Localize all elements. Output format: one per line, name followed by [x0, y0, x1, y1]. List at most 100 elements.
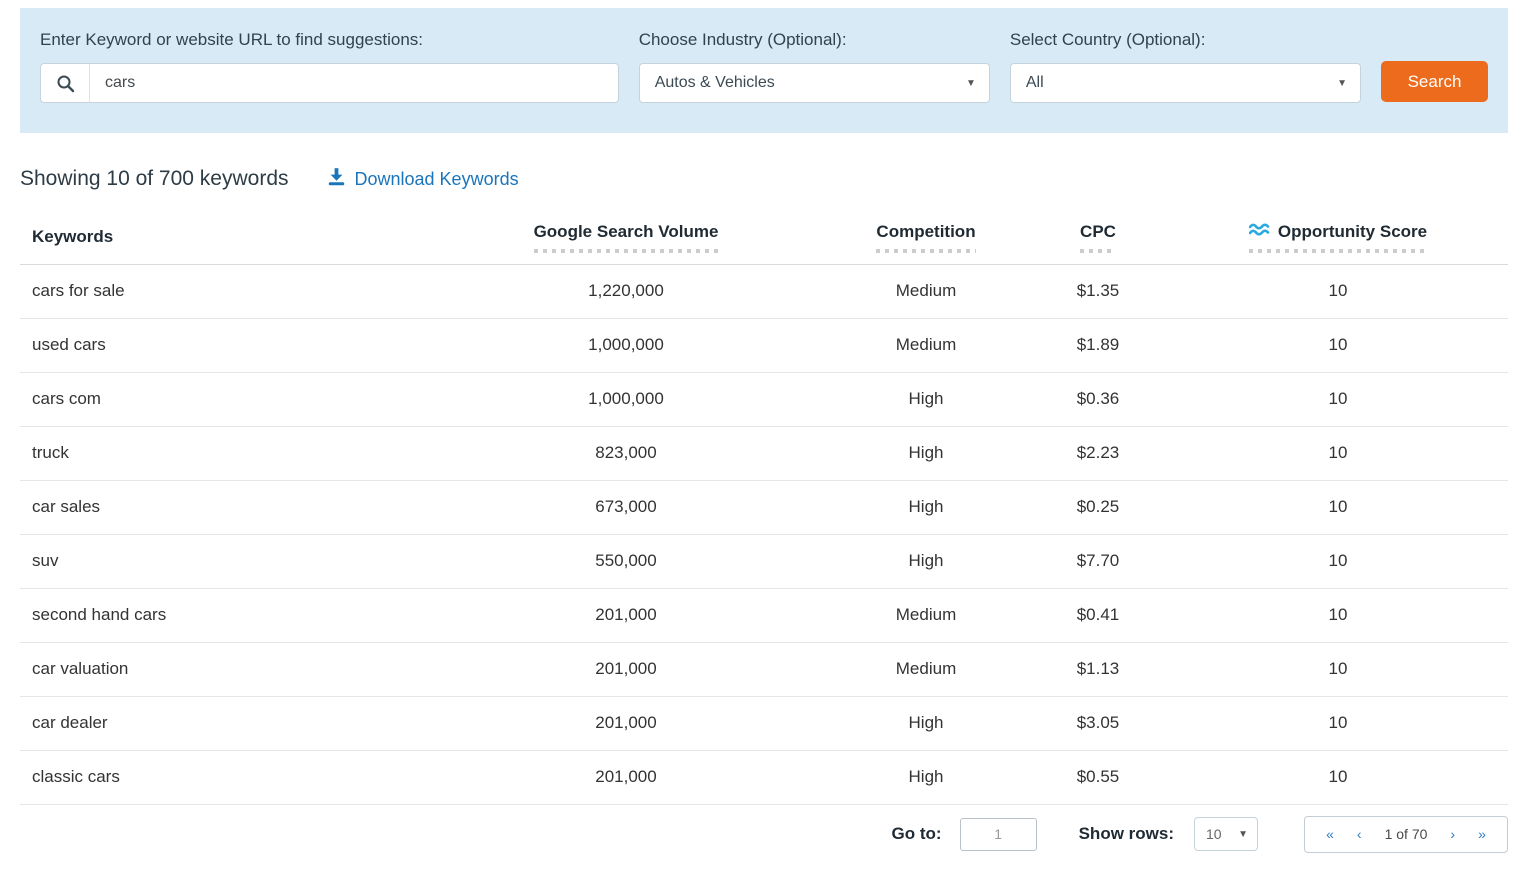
cpc-cell: $2.23 — [1028, 426, 1168, 480]
search-panel: Enter Keyword or website URL to find sug… — [20, 8, 1508, 133]
keyword-cell: car valuation — [20, 642, 428, 696]
cpc-cell: $0.25 — [1028, 480, 1168, 534]
competition-cell: High — [824, 696, 1028, 750]
score-cell: 10 — [1168, 588, 1508, 642]
score-cell: 10 — [1168, 372, 1508, 426]
cpc-cell: $1.13 — [1028, 642, 1168, 696]
industry-select[interactable]: Autos & Vehicles ▼ — [639, 63, 990, 103]
volume-cell: 1,220,000 — [428, 264, 824, 318]
keyword-cell: cars com — [20, 372, 428, 426]
competition-cell: Medium — [824, 318, 1028, 372]
table-row: car sales 673,000 High $0.25 10 — [20, 480, 1508, 534]
keyword-search-box — [40, 63, 619, 103]
competition-cell: High — [824, 480, 1028, 534]
table-row: classic cars 201,000 High $0.55 10 — [20, 750, 1508, 804]
cpc-cell: $1.35 — [1028, 264, 1168, 318]
table-row: car dealer 201,000 High $3.05 10 — [20, 696, 1508, 750]
competition-cell: High — [824, 426, 1028, 480]
pagination-control: « ‹ 1 of 70 › » — [1304, 816, 1508, 853]
country-select[interactable]: All ▼ — [1010, 63, 1361, 103]
column-header-cpc[interactable]: CPC — [1028, 211, 1168, 264]
keyword-field-group: Enter Keyword or website URL to find sug… — [40, 30, 619, 133]
volume-cell: 201,000 — [428, 696, 824, 750]
score-cell: 10 — [1168, 426, 1508, 480]
country-label: Select Country (Optional): — [1010, 30, 1361, 50]
country-selected-value: All — [1026, 74, 1044, 92]
show-rows-selected-value: 10 — [1206, 826, 1222, 842]
volume-cell: 1,000,000 — [428, 318, 824, 372]
volume-cell: 1,000,000 — [428, 372, 824, 426]
keywords-table: Keywords Google Search Volume Competitio… — [20, 211, 1508, 805]
volume-cell: 550,000 — [428, 534, 824, 588]
competition-cell: Medium — [824, 642, 1028, 696]
competition-cell: Medium — [824, 264, 1028, 318]
previous-page-button[interactable]: ‹ — [1357, 826, 1362, 842]
column-header-search-volume[interactable]: Google Search Volume — [428, 211, 824, 264]
results-summary-row: Showing 10 of 700 keywords Download Keyw… — [20, 167, 1508, 191]
keyword-cell: truck — [20, 426, 428, 480]
goto-label: Go to: — [892, 824, 942, 844]
volume-cell: 201,000 — [428, 588, 824, 642]
competition-cell: High — [824, 750, 1028, 804]
chevron-down-icon: ▼ — [966, 78, 976, 89]
industry-label: Choose Industry (Optional): — [639, 30, 990, 50]
keyword-cell: car dealer — [20, 696, 428, 750]
table-header-row: Keywords Google Search Volume Competitio… — [20, 211, 1508, 264]
download-icon — [327, 167, 346, 191]
table-row: second hand cars 201,000 Medium $0.41 10 — [20, 588, 1508, 642]
keyword-cell: second hand cars — [20, 588, 428, 642]
table-row: truck 823,000 High $2.23 10 — [20, 426, 1508, 480]
competition-cell: High — [824, 534, 1028, 588]
volume-cell: 201,000 — [428, 642, 824, 696]
cpc-cell: $3.05 — [1028, 696, 1168, 750]
column-header-competition[interactable]: Competition — [824, 211, 1028, 264]
column-header-keywords: Keywords — [20, 211, 428, 264]
cpc-cell: $0.55 — [1028, 750, 1168, 804]
table-row: cars for sale 1,220,000 Medium $1.35 10 — [20, 264, 1508, 318]
table-footer: Go to: Show rows: 10 ▼ « ‹ 1 of 70 › » — [20, 816, 1508, 853]
cpc-cell: $0.36 — [1028, 372, 1168, 426]
table-row: used cars 1,000,000 Medium $1.89 10 — [20, 318, 1508, 372]
chevron-down-icon: ▼ — [1238, 829, 1248, 840]
table-row: car valuation 201,000 Medium $1.13 10 — [20, 642, 1508, 696]
keyword-cell: suv — [20, 534, 428, 588]
waves-icon — [1249, 222, 1271, 242]
page-status: 1 of 70 — [1385, 826, 1428, 842]
next-page-button[interactable]: › — [1450, 826, 1455, 842]
keyword-cell: cars for sale — [20, 264, 428, 318]
score-cell: 10 — [1168, 264, 1508, 318]
keyword-cell: used cars — [20, 318, 428, 372]
show-rows-select[interactable]: 10 ▼ — [1194, 817, 1258, 851]
country-field-group: Select Country (Optional): All ▼ — [1010, 30, 1361, 133]
industry-selected-value: Autos & Vehicles — [655, 74, 775, 92]
keyword-cell: classic cars — [20, 750, 428, 804]
cpc-cell: $0.41 — [1028, 588, 1168, 642]
last-page-button[interactable]: » — [1478, 826, 1486, 842]
results-count-text: Showing 10 of 700 keywords — [20, 167, 289, 191]
score-cell: 10 — [1168, 750, 1508, 804]
score-cell: 10 — [1168, 696, 1508, 750]
volume-cell: 673,000 — [428, 480, 824, 534]
first-page-button[interactable]: « — [1326, 826, 1334, 842]
column-header-opportunity-score[interactable]: Opportunity Score — [1168, 211, 1508, 264]
search-icon — [41, 64, 90, 102]
search-button[interactable]: Search — [1381, 61, 1488, 102]
competition-cell: Medium — [824, 588, 1028, 642]
download-keywords-link[interactable]: Download Keywords — [327, 167, 519, 191]
keyword-cell: car sales — [20, 480, 428, 534]
goto-page-input[interactable] — [960, 818, 1037, 851]
score-cell: 10 — [1168, 642, 1508, 696]
score-cell: 10 — [1168, 318, 1508, 372]
show-rows-label: Show rows: — [1079, 824, 1174, 844]
score-cell: 10 — [1168, 534, 1508, 588]
table-row: suv 550,000 High $7.70 10 — [20, 534, 1508, 588]
competition-cell: High — [824, 372, 1028, 426]
industry-field-group: Choose Industry (Optional): Autos & Vehi… — [639, 30, 990, 133]
cpc-cell: $1.89 — [1028, 318, 1168, 372]
keyword-label: Enter Keyword or website URL to find sug… — [40, 30, 619, 50]
chevron-down-icon: ▼ — [1337, 78, 1347, 89]
cpc-cell: $7.70 — [1028, 534, 1168, 588]
keyword-input[interactable] — [90, 64, 618, 102]
score-cell: 10 — [1168, 480, 1508, 534]
download-link-label: Download Keywords — [355, 169, 519, 190]
